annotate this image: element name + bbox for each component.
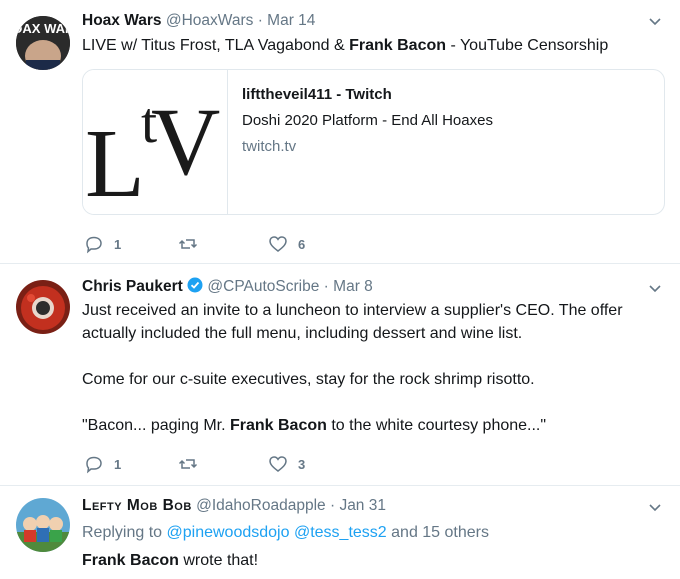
avatar[interactable] [16,280,70,334]
tweet-text: LIVE w/ Titus Frost, TLA Vagabond & Fran… [82,34,656,57]
reply-icon [86,456,102,474]
tweet-header: Chris Paukert @CPAutoScribe · Mar 8 [82,277,656,297]
tweet-text: Frank Bacon wrote that! [82,549,656,572]
display-name[interactable]: Chris Paukert [82,278,183,295]
retweet-icon [178,239,198,249]
tweet-actions: 1 3 [84,454,358,474]
tweet-paragraph: Just received an invite to a luncheon to… [82,302,623,342]
mention-link[interactable]: @tess_tess2 [294,524,387,541]
timestamp[interactable]: Mar 8 [333,278,373,295]
chevron-down-icon[interactable] [648,15,662,29]
tweet[interactable]: Chris Paukert @CPAutoScribe · Mar 8 Just… [0,264,680,486]
separator: · [257,12,263,29]
separator: · [323,278,329,295]
reply-count: 1 [114,456,122,472]
retweet-button[interactable] [178,234,268,254]
handle[interactable]: @CPAutoScribe [207,278,319,295]
svg-text:V: V [151,88,220,195]
retweet-button[interactable] [178,454,268,474]
text-segment: "Bacon... paging Mr. [82,417,230,434]
handle[interactable]: @HoaxWars [166,12,254,29]
mention-link[interactable]: @pinewoodsdojo [167,524,290,541]
timestamp[interactable]: Mar 14 [267,12,315,29]
like-button[interactable]: 3 [268,454,358,474]
card-title: lifttheveil411 - Twitch [242,86,392,103]
like-icon [269,456,287,472]
tweet-header: Lefty Mob Bob @IdahoRoadapple · Jan 31 [82,496,656,516]
timestamp[interactable]: Jan 31 [339,497,386,514]
bold-name: Frank Bacon [229,417,327,434]
link-card[interactable]: L t V lifttheveil411 - Twitch Doshi 2020… [82,69,665,215]
like-count: 6 [298,236,306,252]
card-domain: twitch.tv [242,138,297,155]
like-count: 3 [298,456,306,472]
text-segment: LIVE w/ Titus Frost, TLA Vagabond & [82,37,350,54]
text-segment: to the white courtesy phone..." [326,417,547,434]
replying-to-label: Replying to [82,524,163,541]
display-name[interactable]: Lefty Mob Bob [82,497,192,514]
reply-icon [86,236,102,254]
bold-name: Frank Bacon [349,37,447,54]
text-segment: wrote that! [178,552,259,569]
bold-name: Frank Bacon [82,552,179,569]
avatar[interactable]: HOAX WARS [16,16,70,70]
reply-context: Replying to @pinewoodsdojo @tess_tess2 a… [82,521,656,544]
like-icon [269,236,287,252]
reply-count: 1 [114,236,122,252]
tweet-quote: "Bacon... paging Mr. Frank Bacon to the … [82,414,656,437]
tweet[interactable]: Lefty Mob Bob @IdahoRoadapple · Jan 31 R… [0,486,680,579]
others-label[interactable]: and 15 others [391,524,489,541]
separator: · [329,497,336,514]
handle[interactable]: @IdahoRoadapple [196,497,326,514]
tweet[interactable]: HOAX WARS Hoax Wars @HoaxWars · Mar 14 L… [0,0,680,264]
avatar-text-part: HOAX WARS [16,21,70,36]
chevron-down-icon[interactable] [648,282,662,296]
tweet-header: Hoax Wars @HoaxWars · Mar 14 [82,11,656,31]
svg-text:L: L [85,110,145,214]
text-segment: - YouTube Censorship [446,37,609,54]
chevron-down-icon[interactable] [648,501,662,515]
card-logo-image: L t V [83,70,228,214]
reply-button[interactable]: 1 [84,234,174,254]
verified-badge-icon [187,277,203,293]
like-button[interactable]: 6 [268,234,358,254]
avatar[interactable] [16,498,70,552]
display-name[interactable]: Hoax Wars [82,12,162,29]
card-description: Doshi 2020 Platform - End All Hoaxes [242,112,493,129]
retweet-icon [178,459,198,469]
tweet-actions: 1 6 [84,234,358,254]
reply-button[interactable]: 1 [84,454,174,474]
tweet-paragraph: Come for our c-suite executives, stay fo… [82,371,535,388]
